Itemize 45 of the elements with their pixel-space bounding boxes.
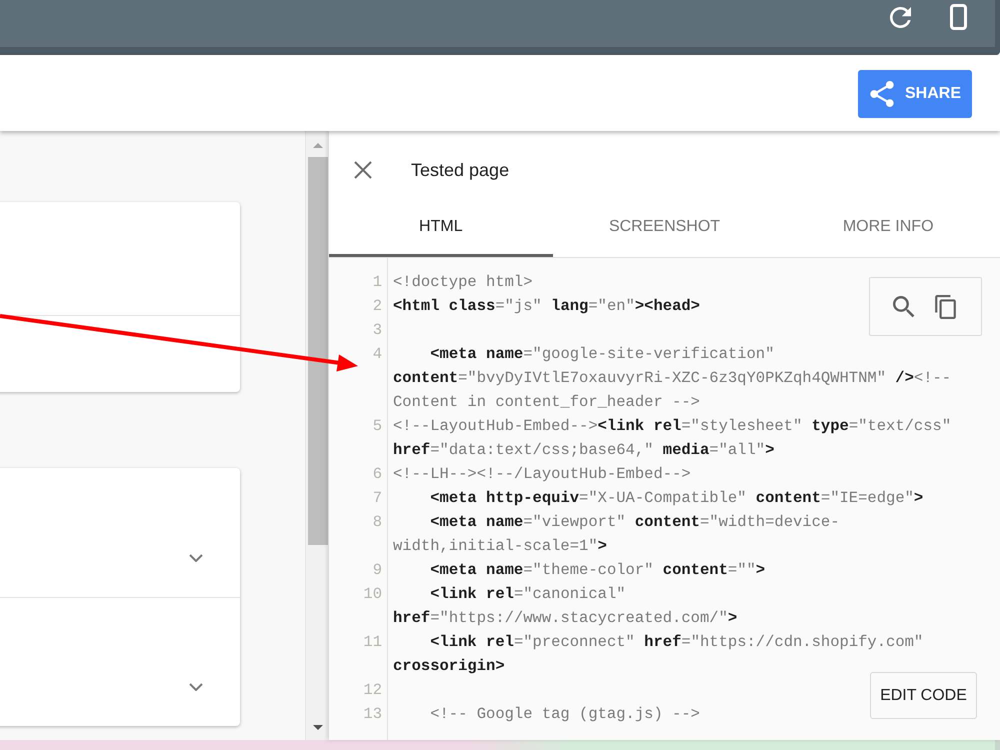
panel-title: Tested page bbox=[411, 160, 510, 180]
line-number: 11 bbox=[362, 632, 382, 653]
code-line: <meta name="theme-color" content=""> bbox=[429, 560, 766, 581]
code-line: <link rel="canonical" bbox=[429, 584, 626, 605]
scroll-down-icon[interactable] bbox=[312, 725, 322, 730]
tab[interactable]: MORE INFO bbox=[776, 209, 1000, 257]
line-number: 8 bbox=[372, 512, 382, 533]
tab[interactable]: SCREENSHOT bbox=[552, 209, 776, 257]
code-line: <!doctype html> bbox=[393, 272, 533, 293]
search-icon[interactable] bbox=[893, 296, 915, 318]
close-icon[interactable] bbox=[354, 161, 372, 179]
code-line: href="https://www.stacycreated.com/"> bbox=[393, 608, 738, 629]
line-number: 10 bbox=[362, 584, 382, 605]
share-icon bbox=[870, 81, 894, 107]
line-number: 5 bbox=[372, 416, 382, 437]
share-button[interactable]: SHARE bbox=[858, 70, 972, 118]
line-number: 2 bbox=[372, 296, 382, 317]
copy-icon[interactable] bbox=[935, 294, 956, 318]
code-line: href="data:text/css;base64," media="all"> bbox=[393, 440, 774, 461]
line-number: 6 bbox=[372, 464, 382, 485]
code-line: <html class="js" lang="en"><head> bbox=[393, 296, 700, 317]
edit-code-button[interactable]: EDIT CODE bbox=[870, 672, 977, 719]
line-number: 9 bbox=[372, 560, 382, 581]
code-line: <!--LH--><!--/LayoutHub-Embed--> bbox=[393, 464, 691, 485]
line-number: 3 bbox=[372, 320, 382, 341]
scrollbar-thumb[interactable] bbox=[308, 157, 328, 545]
line-number: 13 bbox=[362, 704, 382, 725]
code-line: <link rel="preconnect" href="https://cdn.shopify.com" bbox=[429, 632, 924, 653]
code-line: <!-- Google tag (gtag.js) --> bbox=[429, 704, 700, 725]
code-line: width,initial-scale=1"> bbox=[393, 536, 607, 557]
line-number: 4 bbox=[372, 344, 382, 365]
code-line: <meta http-equiv="X-UA-Compatible" content="IE=edge"> bbox=[429, 488, 924, 509]
code-line: <meta name="viewport" content="width=device- bbox=[429, 512, 840, 533]
phone-icon[interactable] bbox=[950, 4, 967, 30]
chevron-down-icon[interactable] bbox=[189, 683, 203, 691]
refresh-icon[interactable] bbox=[890, 7, 911, 28]
code-line: Content in content_for_header --> bbox=[393, 392, 700, 413]
code-line: crossorigin> bbox=[393, 656, 505, 677]
code-line: content="bvyDyIVtlE7oxauvyrRi-XZC-6z3qY0PKZqh4QWHTNM" /><!-- bbox=[393, 368, 952, 389]
line-number: 7 bbox=[372, 488, 382, 509]
line-number: 1 bbox=[372, 272, 382, 293]
chevron-down-icon[interactable] bbox=[189, 554, 203, 562]
line-number: 12 bbox=[362, 680, 382, 701]
code-line: <!--LayoutHub-Embed--><link rel="stylesheet" type="text/css" bbox=[393, 416, 952, 437]
code-line: <meta name="google-site-verification" bbox=[429, 344, 774, 365]
